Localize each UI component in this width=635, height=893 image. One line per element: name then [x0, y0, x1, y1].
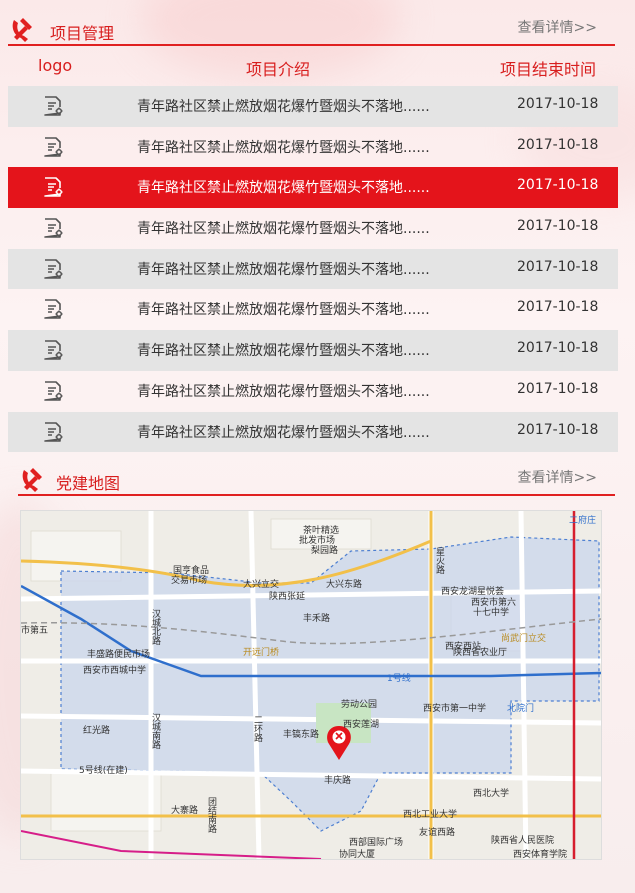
map-label: 1号线 [387, 674, 411, 684]
map-canvas [21, 511, 601, 859]
column-end-time: 项目结束时间 [500, 60, 597, 79]
map-label: 尚武门立交 [501, 634, 547, 644]
row-title[interactable]: 青年路社区禁止燃放烟花爆竹暨烟头不落地...... [137, 259, 430, 279]
document-settings-icon [44, 96, 63, 116]
map-label: 西安市西城中学 [83, 666, 147, 676]
map-label: 西北工业大学 [403, 810, 458, 820]
table-row[interactable]: 青年路社区禁止燃放烟花爆竹暨烟头不落地...... 2017-10-18 [8, 289, 618, 330]
map-section-header: 党建地图 查看详情>> [18, 462, 615, 496]
table-row[interactable]: 青年路社区禁止燃放烟花爆竹暨烟头不落地...... 2017-10-18 [8, 248, 618, 290]
document-settings-icon [44, 258, 63, 279]
table-row[interactable]: 青年路社区禁止燃放烟花爆竹暨烟头不落地...... 2017-10-18 [8, 208, 618, 249]
map-label: 汉城北路 [150, 609, 160, 645]
project-section-title: 项目管理 [50, 24, 115, 43]
map-section-title: 党建地图 [56, 474, 121, 493]
party-map[interactable]: 茶叶精选 批发市场 梨园路 二府庄 国亨食品 交易市场 大兴立交 大兴东路 西安… [20, 510, 602, 860]
row-title[interactable]: 青年路社区禁止燃放烟花爆竹暨烟头不落地...... [137, 96, 430, 116]
table-row[interactable]: 青年路社区禁止燃放烟花爆竹暨烟头不落地...... 2017-10-18 [8, 371, 618, 412]
map-label: 丰盛路便民市场 [87, 650, 151, 660]
row-title[interactable]: 青年路社区禁止燃放烟花爆竹暨烟头不落地...... [137, 218, 430, 238]
table-row[interactable]: 青年路社区禁止燃放烟花爆竹暨烟头不落地...... 2017-10-18 [8, 330, 618, 371]
document-settings-icon [44, 381, 63, 401]
map-label: 丰镐东路 [283, 730, 320, 740]
map-label: 团结南路 [206, 797, 216, 833]
map-label: 梨园路 [311, 546, 339, 556]
row-title[interactable]: 青年路社区禁止燃放烟花爆竹暨烟头不落地...... [137, 299, 430, 319]
map-label: 红光路 [83, 726, 111, 736]
map-label: 开远门桥 [243, 648, 280, 658]
map-label: 丰庆路 [324, 776, 352, 786]
table-header: logo 项目介绍 项目结束时间 [8, 56, 618, 82]
map-label: 汉城南路 [150, 713, 160, 749]
table-row[interactable]: 青年路社区禁止燃放烟花爆竹暨烟头不落地...... 2017-10-18 [8, 86, 618, 127]
row-date: 2017-10-18 [517, 340, 599, 357]
map-label: 友谊西路 [419, 828, 456, 838]
section-divider [8, 44, 615, 46]
document-settings-icon [44, 421, 63, 442]
map-label: 陕西省农业厅 [453, 648, 508, 658]
row-title[interactable]: 青年路社区禁止燃放烟花爆竹暨烟头不落地...... [137, 340, 430, 360]
row-title[interactable]: 青年路社区禁止燃放烟花爆竹暨烟头不落地...... [137, 177, 430, 197]
project-section-header: 项目管理 查看详情>> [8, 12, 615, 46]
map-label: 西安市第一中学 [423, 704, 487, 714]
map-label: 5号线(在建) [79, 766, 128, 776]
column-logo: logo [38, 56, 73, 75]
map-label: 交易市场 [171, 576, 208, 586]
map-label: 西北大学 [473, 789, 510, 799]
map-label: 二环路 [252, 715, 262, 742]
row-title[interactable]: 青年路社区禁止燃放烟花爆竹暨烟头不落地...... [137, 422, 430, 442]
row-date: 2017-10-18 [517, 299, 599, 316]
row-date: 2017-10-18 [517, 421, 599, 438]
map-label: 二府庄 [569, 516, 597, 526]
map-label: 十七中学 [473, 608, 510, 618]
map-label: 陕西省人民医院 [491, 836, 555, 846]
row-date: 2017-10-18 [517, 136, 599, 153]
map-label: 北院门 [507, 704, 535, 714]
map-label: 星火路 [434, 547, 444, 574]
column-intro: 项目介绍 [246, 60, 311, 79]
map-more-link[interactable]: 查看详情>> [518, 467, 597, 487]
map-label: 陕西张延 [269, 592, 306, 602]
map-label: 丰禾路 [303, 614, 331, 624]
table-row[interactable]: 青年路社区禁止燃放烟花爆竹暨烟头不落地...... 2017-10-18 [8, 127, 618, 168]
row-date: 2017-10-18 [517, 258, 599, 275]
map-label: 协同大厦 [339, 850, 376, 860]
map-label: 西安体育学院 [513, 850, 568, 860]
map-label: 大兴东路 [326, 580, 363, 590]
row-date: 2017-10-18 [517, 96, 599, 112]
map-label: 西安莲湖 [343, 720, 380, 730]
project-table: 青年路社区禁止燃放烟花爆竹暨烟头不落地...... 2017-10-18 青年路社区… [8, 86, 618, 453]
table-row[interactable]: 青年路社区禁止燃放烟花爆竹暨烟头不落地...... 2017-10-18 [8, 411, 618, 453]
row-date: 2017-10-18 [517, 380, 599, 397]
map-label: 市第五 [21, 626, 49, 636]
project-more-link[interactable]: 查看详情>> [518, 17, 597, 37]
row-title[interactable]: 青年路社区禁止燃放烟花爆竹暨烟头不落地...... [137, 381, 430, 401]
row-title[interactable]: 青年路社区禁止燃放烟花爆竹暨烟头不落地...... [137, 137, 430, 157]
document-settings-icon [44, 340, 63, 360]
party-emblem-icon [12, 18, 32, 42]
document-settings-icon [44, 136, 63, 157]
map-label: 西部国际广场 [349, 838, 404, 848]
page: 项目管理 查看详情>> logo 项目介绍 项目结束时间 青年路社区禁止燃放烟花… [0, 0, 635, 893]
document-settings-icon [44, 218, 63, 238]
map-label: 劳动公园 [341, 700, 378, 710]
map-label: 大寨路 [171, 806, 199, 816]
section-divider [18, 494, 615, 496]
document-settings-icon [44, 177, 63, 198]
table-row[interactable]: 青年路社区禁止燃放烟花爆竹暨烟头不落地...... 2017-10-18 [8, 167, 618, 209]
row-date: 2017-10-18 [517, 177, 599, 194]
row-date: 2017-10-18 [517, 218, 599, 235]
party-emblem-icon [22, 468, 42, 492]
document-settings-icon [44, 299, 63, 320]
